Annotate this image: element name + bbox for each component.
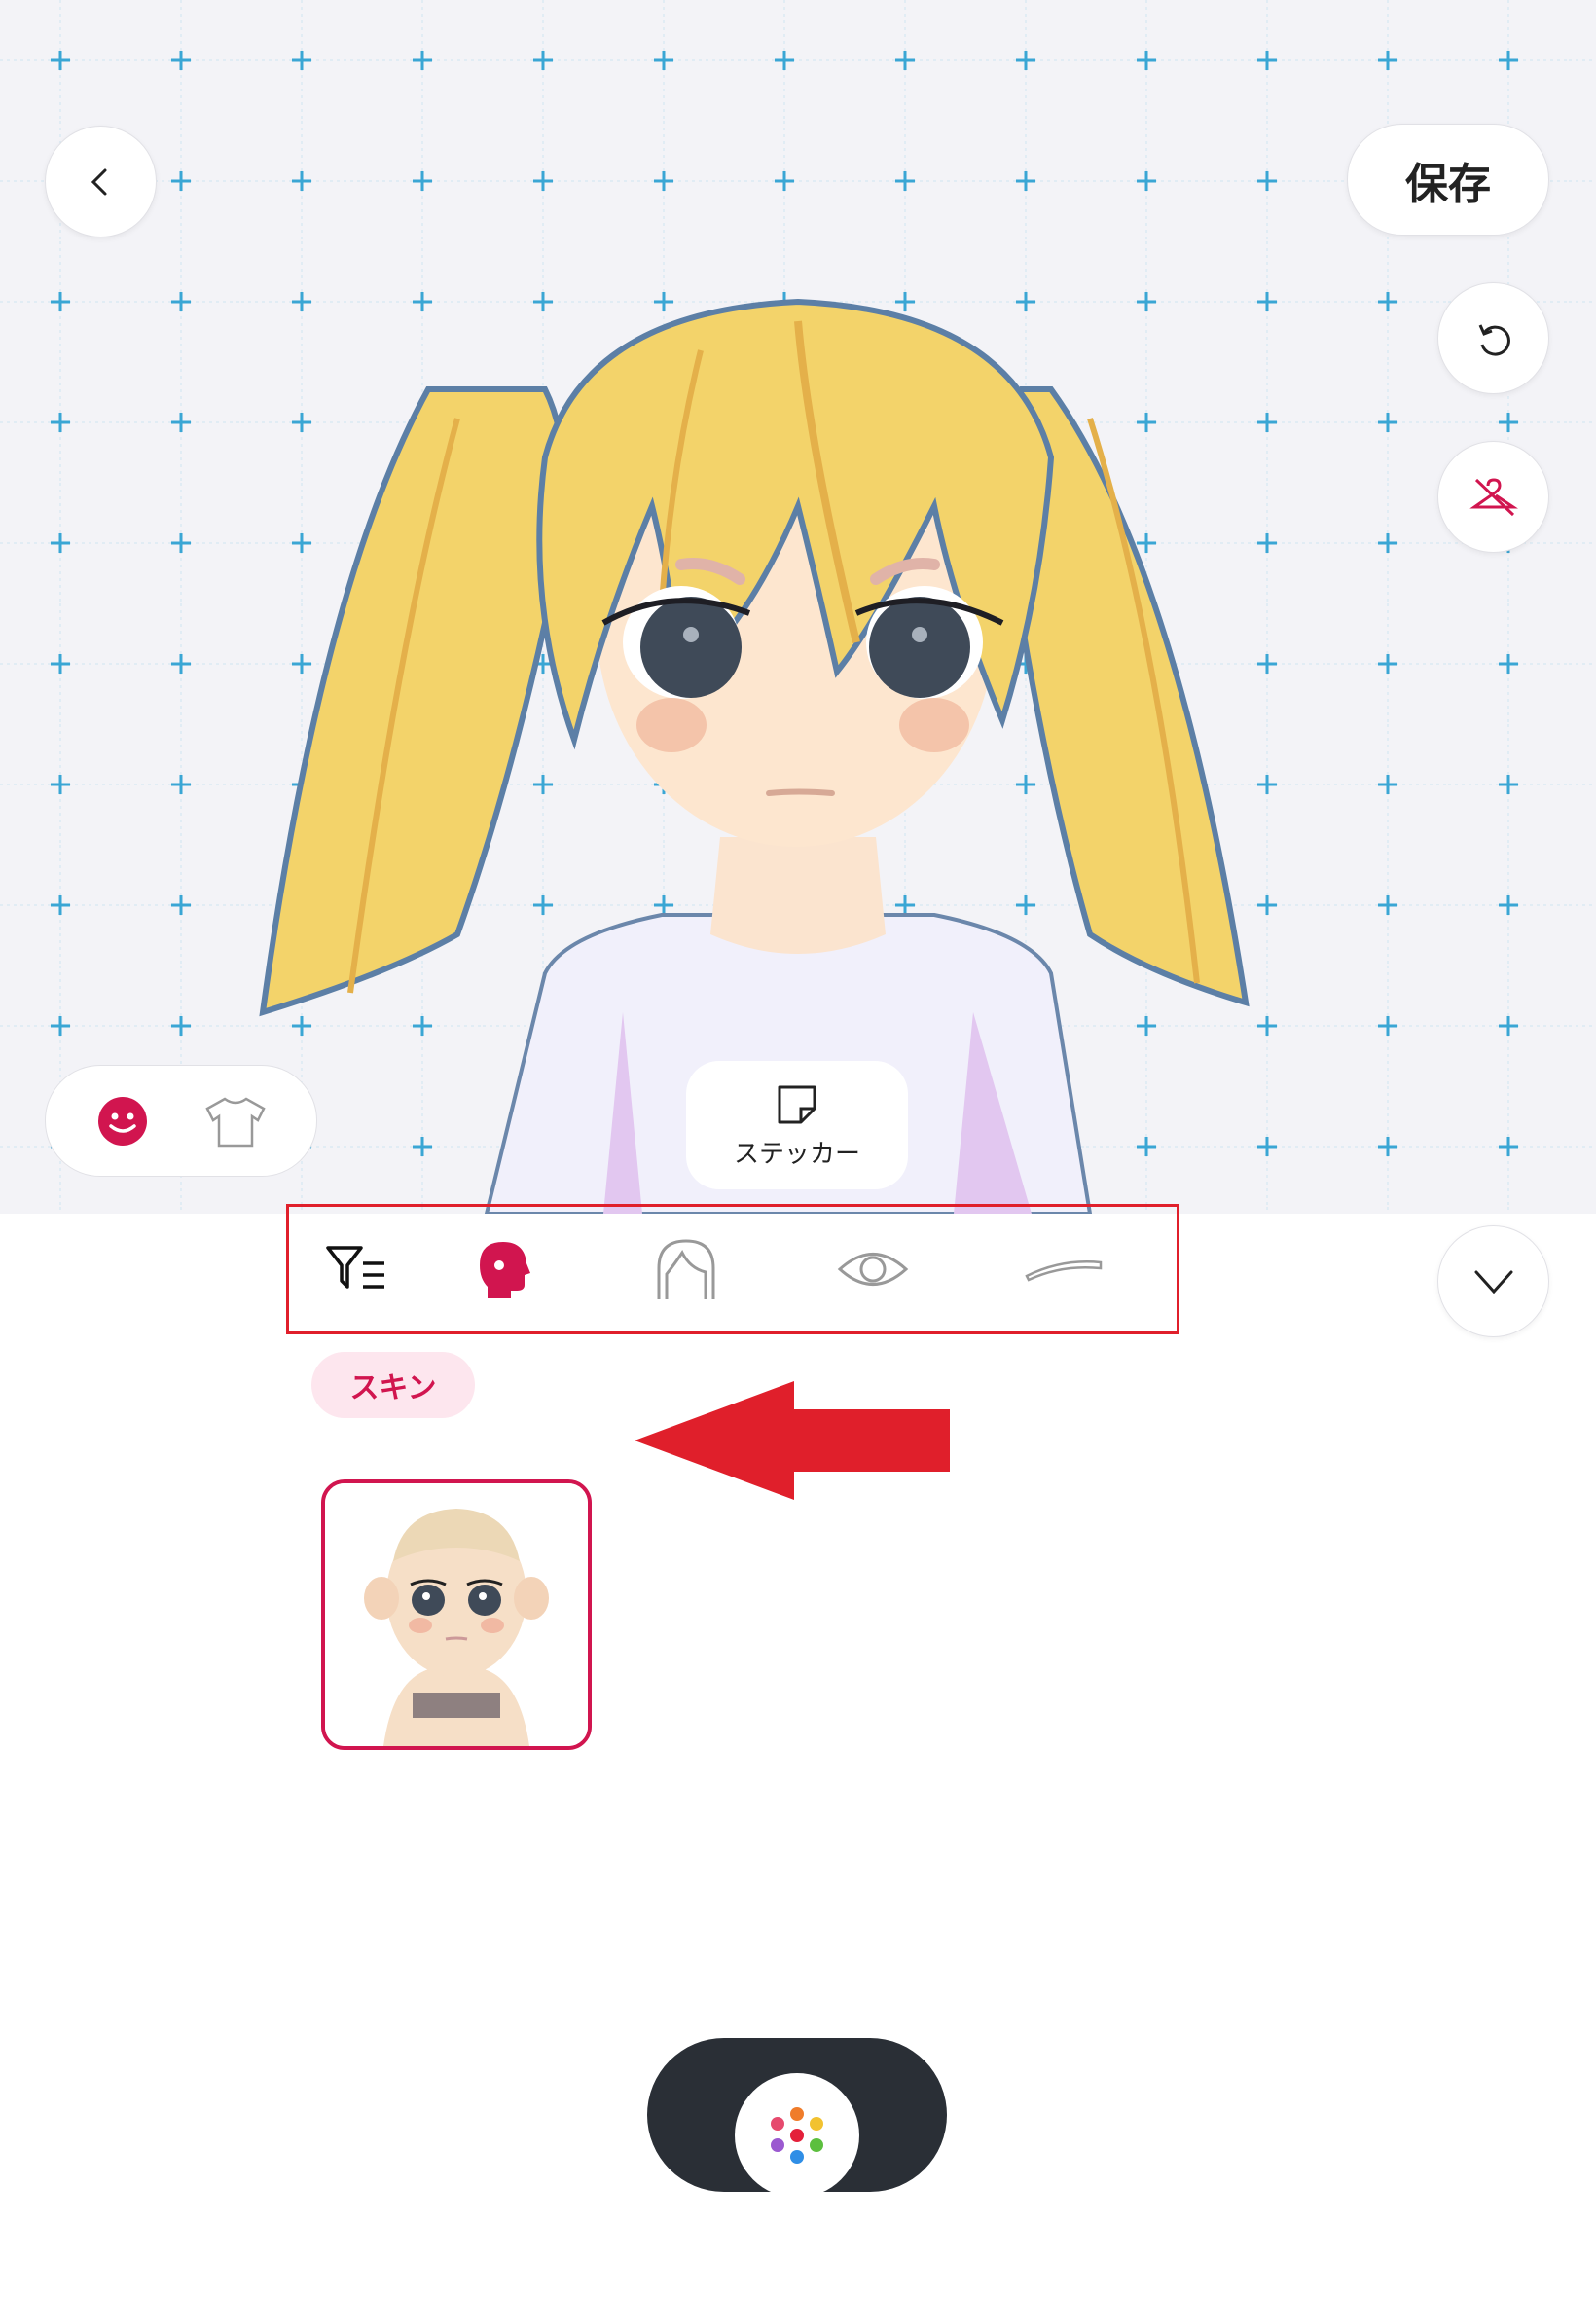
mode-toggle[interactable]: [45, 1065, 317, 1177]
category-tab-bar: [286, 1204, 1179, 1334]
clothes-mode-icon[interactable]: [203, 1095, 268, 1153]
skin-thumbnail[interactable]: [321, 1479, 592, 1750]
sticker-label: ステッカー: [733, 1139, 860, 1169]
eyebrow-icon: [1025, 1260, 1103, 1282]
head-profile-icon: [480, 1242, 530, 1298]
tab-hair[interactable]: [637, 1207, 735, 1331]
reset-button[interactable]: [1437, 282, 1549, 394]
chevron-left-icon: [91, 168, 106, 195]
collapse-panel-button[interactable]: [1437, 1225, 1549, 1337]
back-button[interactable]: [45, 126, 157, 237]
sticker-button[interactable]: ステッカー: [686, 1061, 908, 1189]
annotation-arrow: [635, 1381, 950, 1500]
sticker-icon: [778, 1085, 816, 1123]
color-dots-icon: [771, 2107, 823, 2164]
skin-preview-image: [325, 1483, 588, 1746]
toggle-hanger-button[interactable]: [1437, 441, 1549, 553]
hanger-off-icon: [1469, 477, 1518, 516]
avatar-preview-canvas[interactable]: 保存 ステッカー: [0, 0, 1596, 1214]
tab-face[interactable]: [454, 1207, 552, 1331]
undo-rotate-icon: [1478, 323, 1510, 356]
tab-filter[interactable]: [318, 1207, 396, 1331]
tab-eye[interactable]: [824, 1207, 922, 1331]
face-mode-icon[interactable]: [96, 1095, 149, 1151]
hair-icon: [657, 1239, 715, 1299]
eye-icon: [837, 1253, 909, 1286]
save-button[interactable]: 保存: [1347, 124, 1549, 236]
filter-list-icon: [326, 1246, 384, 1289]
chevron-down-icon: [1474, 1270, 1512, 1294]
skin-category-chip[interactable]: スキン: [311, 1352, 475, 1418]
tab-eyebrow[interactable]: [1011, 1207, 1118, 1331]
color-palette-button[interactable]: [735, 2073, 859, 2198]
